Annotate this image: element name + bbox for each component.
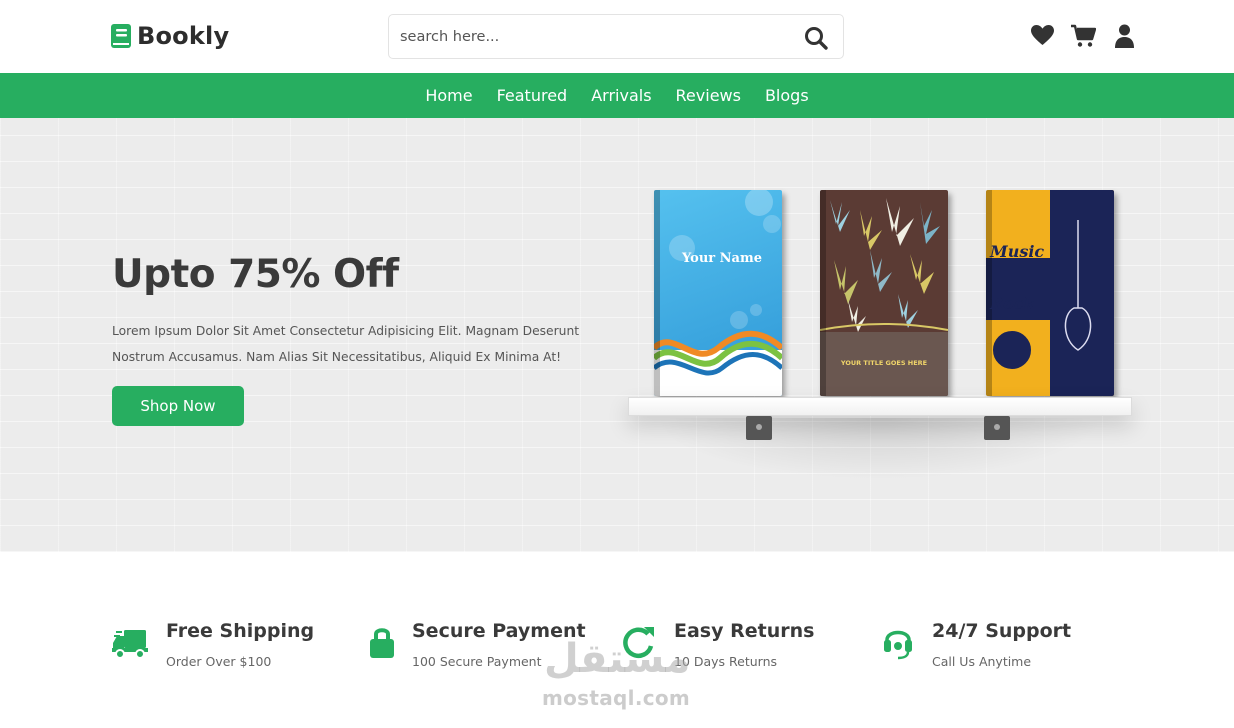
hero-text: Lorem Ipsum Dolor Sit Amet Consectetur A…	[112, 324, 580, 364]
main-nav: Home Featured Arrivals Reviews Blogs	[0, 73, 1234, 118]
book-spine	[654, 190, 660, 396]
shelf-bracket	[746, 416, 772, 440]
watermark-logo: مستقل mostaql.com	[540, 636, 696, 716]
watermark-latin: mostaql.com	[542, 686, 691, 710]
heart-icon[interactable]	[1030, 24, 1055, 48]
logo[interactable]: Bookly	[111, 22, 229, 50]
book-art	[654, 190, 782, 396]
book-shelf: Your Name YOUR TITLE GOES HERE Music Roc…	[626, 186, 1134, 486]
cart-icon[interactable]	[1071, 24, 1096, 48]
feature-title: Easy Returns	[674, 620, 815, 642]
book-cover: YOUR TITLE GOES HERE	[820, 190, 948, 396]
shelf-board	[628, 397, 1132, 416]
feature-title: Free Shipping	[166, 620, 315, 642]
book-title: Music Rock	[990, 242, 1045, 313]
nav-item-arrivals[interactable]: Arrivals	[591, 86, 651, 105]
headset-icon	[884, 630, 912, 660]
nav-item-home[interactable]: Home	[425, 86, 472, 105]
search-bar	[388, 14, 844, 59]
lock-icon	[370, 628, 394, 658]
shop-now-button[interactable]: Shop Now	[112, 386, 244, 426]
search-icon[interactable]	[803, 25, 829, 51]
book-icon	[111, 24, 131, 48]
nav-item-blogs[interactable]: Blogs	[765, 86, 809, 105]
feature-title: 24/7 Support	[932, 620, 1072, 642]
book-title: Your Name	[682, 251, 762, 266]
nav-item-featured[interactable]: Featured	[497, 86, 568, 105]
nav-item-reviews[interactable]: Reviews	[676, 86, 741, 105]
hero-banner: Upto 75% Off Lorem Ipsum Dolor Sit Amet …	[0, 118, 1234, 552]
book-cover: Your Name	[654, 190, 782, 396]
header-icons	[1030, 24, 1137, 48]
book-title: YOUR TITLE GOES HERE	[840, 359, 928, 367]
hero-title: Upto 75% Off	[112, 252, 399, 297]
feature-subtitle: Order Over $100	[166, 654, 272, 669]
feature-subtitle: Call Us Anytime	[932, 654, 1032, 669]
shelf-shadow	[654, 418, 1104, 480]
header: Bookly	[0, 0, 1234, 73]
truck-icon	[112, 630, 148, 659]
user-icon[interactable]	[1112, 24, 1137, 48]
shelf-bracket	[984, 416, 1010, 440]
search-input[interactable]	[400, 15, 800, 58]
watermark-arabic: مستقل	[544, 636, 691, 682]
book-cover: Music Rock	[986, 190, 1114, 396]
feature-subtitle: 100 Secure Payment	[412, 654, 542, 669]
brand-name: Bookly	[137, 22, 230, 50]
